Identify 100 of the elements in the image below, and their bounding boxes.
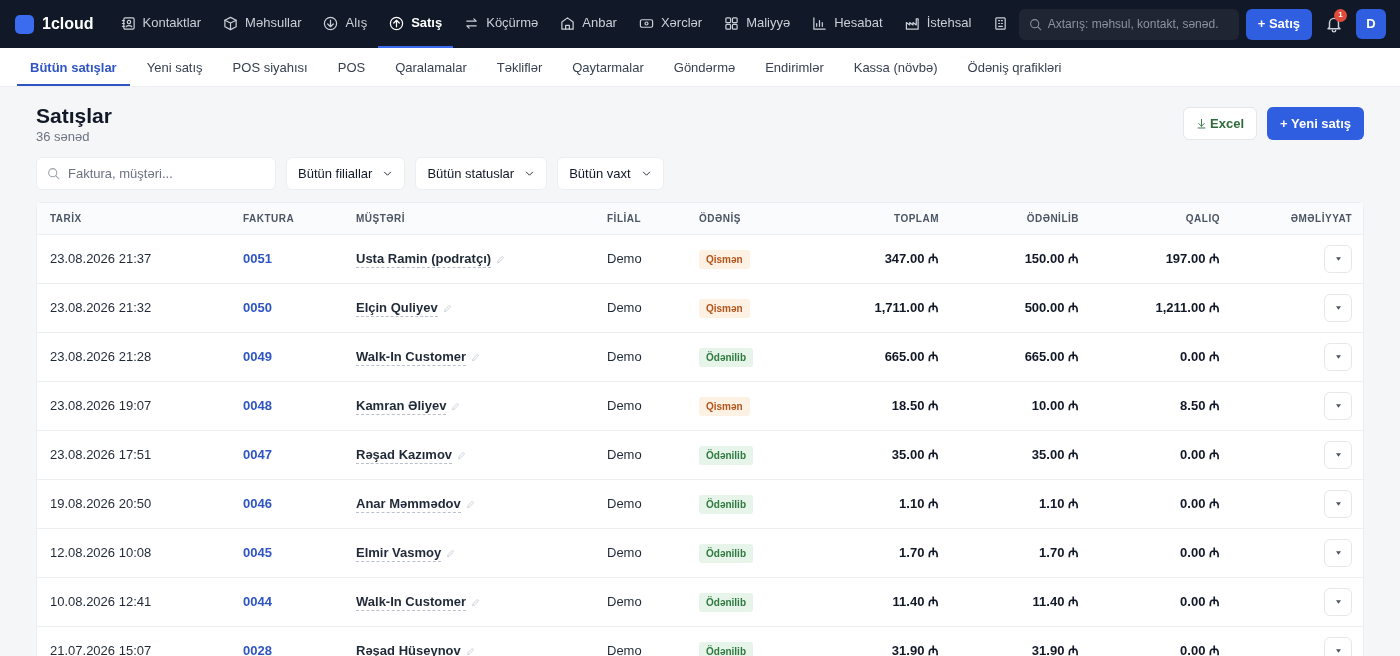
page-title: Satışlar bbox=[36, 103, 112, 129]
grid-icon bbox=[724, 15, 740, 31]
invoice-link[interactable]: 0047 bbox=[243, 445, 272, 465]
row-actions-button[interactable] bbox=[1324, 392, 1352, 420]
new-sale-button[interactable]: + Yeni satış bbox=[1267, 107, 1364, 140]
subnav-tab[interactable]: Ödəniş qrafikləri bbox=[954, 51, 1075, 86]
invoice-link[interactable]: 0044 bbox=[243, 592, 272, 612]
invoice-link[interactable]: 0046 bbox=[243, 494, 272, 514]
subnav-tab[interactable]: Qaytarmalar bbox=[559, 51, 657, 86]
table-cell-text: 665.00 ₼ bbox=[884, 348, 939, 367]
search-icon bbox=[47, 167, 60, 180]
customer-link[interactable]: Usta Ramin (podratçı) bbox=[356, 250, 492, 268]
table-cell-text: 23.08.2026 21:37 bbox=[50, 250, 152, 269]
caret-down-icon bbox=[1335, 453, 1341, 457]
chevron-down-icon bbox=[382, 168, 394, 179]
customer-link[interactable]: Walk-In Customer bbox=[356, 593, 467, 611]
nav-tab[interactable]: İstehsal bbox=[893, 0, 983, 48]
new-sale-button[interactable]: + Satış bbox=[1245, 8, 1312, 40]
chevron-down-icon bbox=[640, 168, 652, 179]
customer-link[interactable]: Kamran Əliyev bbox=[356, 397, 447, 415]
subnav-tab[interactable]: POS siyahısı bbox=[219, 51, 321, 86]
swap-arrows-icon bbox=[464, 15, 480, 31]
subnav-tab[interactable]: Qaralamalar bbox=[382, 51, 480, 86]
customer-link[interactable]: Anar Məmmədov bbox=[356, 495, 461, 513]
customer-link[interactable]: Elmir Vasmoy bbox=[356, 544, 442, 562]
customer-link[interactable]: Walk-In Customer bbox=[356, 348, 467, 366]
subnav-tab[interactable]: Yeni satış bbox=[133, 51, 216, 86]
nav-tab[interactable]: Məhsullar bbox=[212, 0, 313, 48]
pencil-icon bbox=[471, 597, 481, 607]
subnav-tab[interactable]: Kassa (növbə) bbox=[840, 51, 951, 86]
payment-status-badge: Ödənilib bbox=[699, 592, 753, 612]
table-cell-text: 0.00 ₼ bbox=[1180, 446, 1220, 465]
nav-tab[interactable]: Maliyyə bbox=[713, 0, 802, 48]
table-cell-text: 10.00 ₼ bbox=[1031, 397, 1079, 416]
row-actions-button[interactable] bbox=[1324, 294, 1352, 322]
nav-tab[interactable]: Alış bbox=[312, 0, 379, 48]
table-cell-text: Demo bbox=[607, 544, 642, 563]
column-header: QALIQ bbox=[1185, 212, 1220, 226]
row-actions-button[interactable] bbox=[1324, 245, 1352, 273]
search-field[interactable]: Faktura, müştəri... bbox=[36, 157, 276, 190]
nav-tab[interactable]: Xərclər bbox=[627, 0, 714, 48]
filter-dropdown[interactable]: Bütün vaxt bbox=[557, 157, 664, 190]
subnav-tab[interactable]: POS bbox=[324, 51, 379, 86]
circle-arrow-up-icon bbox=[389, 15, 405, 31]
document-count: 36 sənəd bbox=[36, 129, 91, 145]
column-header: FAKTURA bbox=[243, 212, 295, 226]
chevron-down-icon bbox=[524, 168, 536, 179]
filter-dropdown[interactable]: Bütün filiallar bbox=[286, 157, 406, 190]
column-header: FİLİAL bbox=[607, 211, 642, 226]
table-cell-text: 0.00 ₼ bbox=[1180, 593, 1220, 612]
row-actions-button[interactable] bbox=[1324, 588, 1352, 616]
payment-status-badge: Ödənilib bbox=[699, 641, 753, 656]
table-cell-text: Demo bbox=[607, 446, 642, 465]
filter-dropdown[interactable]: Bütün statuslar bbox=[415, 157, 548, 190]
column-header: TOPLAM bbox=[893, 212, 939, 226]
payment-status-badge: Qismən bbox=[699, 396, 750, 416]
subnav-tab[interactable]: Təkliflər bbox=[483, 51, 556, 86]
nav-tab[interactable]: Kontaktlar bbox=[109, 0, 213, 48]
invoice-link[interactable]: 0028 bbox=[243, 641, 272, 656]
pencil-icon bbox=[465, 499, 475, 509]
cube-icon bbox=[223, 15, 239, 31]
payment-status-badge: Ödənilib bbox=[699, 445, 753, 465]
nav-tab[interactable]: Köçürmə bbox=[453, 0, 550, 48]
nav-tab[interactable]: Hesabat bbox=[801, 0, 894, 48]
column-header: ƏMƏLİYYAT bbox=[1290, 211, 1352, 226]
row-actions-button[interactable] bbox=[1324, 490, 1352, 518]
subnav-tab[interactable]: Bütün satışlar bbox=[17, 51, 130, 86]
caret-down-icon bbox=[1335, 257, 1341, 261]
customer-link[interactable]: Elçin Quliyev bbox=[356, 299, 438, 317]
invoice-link[interactable]: 0048 bbox=[243, 396, 272, 416]
invoice-link[interactable]: 0050 bbox=[243, 298, 272, 318]
table-cell-text: 0.00 ₼ bbox=[1180, 642, 1220, 656]
caret-down-icon bbox=[1335, 502, 1341, 506]
excel-button[interactable]: Excel bbox=[1183, 107, 1258, 140]
user-avatar[interactable]: D bbox=[1356, 9, 1386, 39]
bell-icon[interactable] bbox=[1325, 15, 1343, 33]
table-cell-text: 1.10 ₼ bbox=[1039, 495, 1079, 514]
table-cell-text: Demo bbox=[607, 593, 642, 612]
table-cell-text: 35.00 ₼ bbox=[891, 446, 939, 465]
caret-down-icon bbox=[1335, 404, 1341, 408]
customer-link[interactable]: Rəşad Kazımov bbox=[356, 446, 453, 464]
invoice-link[interactable]: 0045 bbox=[243, 543, 272, 563]
table-cell-text: 18.50 ₼ bbox=[891, 397, 939, 416]
nav-tab[interactable]: Anbar bbox=[549, 0, 628, 48]
table-cell-text: 197.00 ₼ bbox=[1165, 250, 1220, 269]
pencil-icon bbox=[457, 450, 467, 460]
row-actions-button[interactable] bbox=[1324, 441, 1352, 469]
invoice-link[interactable]: 0049 bbox=[243, 347, 272, 367]
search-icon bbox=[1028, 17, 1042, 31]
logo-icon bbox=[15, 14, 34, 34]
subnav-tab[interactable]: Göndərmə bbox=[660, 51, 749, 86]
search-field[interactable]: Axtarış: məhsul, kontakt, sənəd. bbox=[1018, 8, 1239, 40]
table-cell-text: 8.50 ₼ bbox=[1180, 397, 1220, 416]
table-cell-text: 1,711.00 ₼ bbox=[874, 299, 939, 318]
invoice-link[interactable]: 0051 bbox=[243, 249, 272, 269]
subnav-tab[interactable]: Endirimlər bbox=[752, 51, 837, 86]
table-cell-text: 12.08.2026 10:08 bbox=[50, 544, 152, 563]
row-actions-button[interactable] bbox=[1324, 539, 1352, 567]
caret-down-icon bbox=[1335, 306, 1341, 310]
row-actions-button[interactable] bbox=[1324, 343, 1352, 371]
